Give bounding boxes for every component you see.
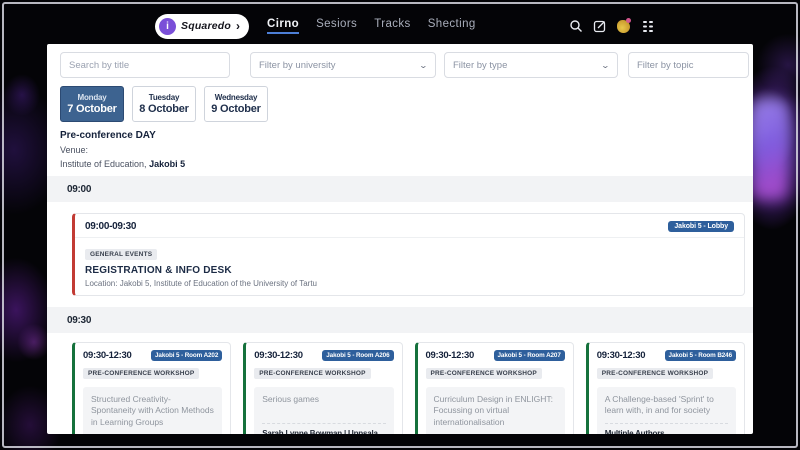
- venue-block: Pre-conference DAY Venue: Institute of E…: [60, 130, 753, 169]
- event-time-range: 09:00-09:30: [85, 221, 136, 232]
- time-section-0900: 09:00: [47, 176, 753, 202]
- topic-filter-label: Filter by topic: [637, 60, 694, 71]
- event-title: Curriculum Design in ENLIGHT: Focussing …: [434, 394, 557, 428]
- nav-icons: [568, 19, 655, 34]
- nav-item-1[interactable]: Sesiors: [316, 18, 357, 34]
- workshop-card-b246[interactable]: 09:30-12:30 Jakobi 5 - Room B246 PRE-CON…: [586, 342, 745, 434]
- event-time-range: 09:30-12:30: [83, 350, 131, 361]
- divider: [605, 423, 728, 424]
- section-time-label: 09:30: [67, 315, 91, 326]
- chevron-right-icon: ›: [236, 20, 240, 32]
- logo-badge-icon: i: [159, 18, 176, 35]
- tab-day-label: Monday: [77, 93, 106, 102]
- search-input[interactable]: [60, 52, 230, 78]
- event-type-tag: PRE-CONFERENCE WORKSHOP: [83, 368, 199, 379]
- venue-label: Venue:: [60, 145, 753, 155]
- tab-tuesday-8-october[interactable]: Tuesday 8 October: [132, 86, 196, 122]
- university-filter-select[interactable]: Filter by university ⌄: [250, 52, 436, 78]
- event-type-tag: PRE-CONFERENCE WORKSHOP: [597, 368, 713, 379]
- nav-links: Cirno Sesiors Tracks Shecting: [267, 18, 476, 34]
- section-time-label: 09:00: [67, 184, 91, 195]
- search-icon[interactable]: [568, 19, 583, 34]
- avatar-icon[interactable]: [616, 19, 631, 34]
- filter-bar: Filter by university ⌄ Filter by type ⌄ …: [60, 52, 753, 78]
- nav-item-3[interactable]: Shecting: [428, 18, 476, 34]
- event-title: Structured Creativity-Spontaneity with A…: [91, 394, 214, 428]
- event-type-tag: PRE-CONFERENCE WORKSHOP: [426, 368, 542, 379]
- time-section-0930: 09:30: [47, 307, 753, 333]
- event-time-range: 09:30-12:30: [426, 350, 474, 361]
- event-card-registration[interactable]: 09:00-09:30 Jakobi 5 - Lobby GENERAL EVE…: [72, 213, 745, 296]
- tab-date-label: 8 October: [139, 103, 189, 115]
- event-title: A Challenge-based 'Sprint' to learn with…: [605, 394, 728, 417]
- event-type-tag: GENERAL EVENTS: [85, 249, 157, 260]
- event-title: Serious games: [262, 394, 385, 417]
- tab-date-label: 9 October: [211, 103, 261, 115]
- workshop-card-a206[interactable]: 09:30-12:30 Jakobi 5 - Room A206 PRE-CON…: [243, 342, 402, 434]
- room-badge: Jakobi 5 - Room A206: [322, 350, 393, 361]
- day-heading: Pre-conference DAY: [60, 130, 753, 141]
- event-card-header: 09:00-09:30 Jakobi 5 - Lobby: [75, 214, 744, 238]
- type-filter-label: Filter by type: [453, 60, 507, 71]
- event-location: Location: Jakobi 5, Institute of Educati…: [85, 279, 734, 288]
- university-filter-label: Filter by university: [259, 60, 336, 71]
- event-type-tag: PRE-CONFERENCE WORKSHOP: [254, 368, 370, 379]
- tab-wednesday-9-october[interactable]: Wednesday 9 October: [204, 86, 268, 122]
- workshop-cards-row: 09:30-12:30 Jakobi 5 - Room A202 PRE-CON…: [72, 342, 745, 434]
- room-badge: Jakobi 5 - Room B246: [665, 350, 736, 361]
- logo-text: Squaredo: [181, 20, 231, 32]
- tab-monday-7-october[interactable]: Monday 7 October: [60, 86, 124, 122]
- nav-item-0[interactable]: Cirno: [267, 18, 299, 34]
- event-time-range: 09:30-12:30: [254, 350, 302, 361]
- chevron-down-icon: ⌄: [419, 61, 428, 70]
- tab-day-label: Wednesday: [215, 93, 258, 102]
- event-title: REGISTRATION & INFO DESK: [85, 265, 734, 276]
- app-screen: i Squaredo › Cirno Sesiors Tracks Shecti…: [47, 8, 753, 436]
- workshop-card-a207[interactable]: 09:30-12:30 Jakobi 5 - Room A207 PRE-CON…: [415, 342, 574, 434]
- logo-button[interactable]: i Squaredo ›: [155, 14, 249, 39]
- event-card-body: GENERAL EVENTS REGISTRATION & INFO DESK …: [75, 238, 744, 295]
- tab-day-label: Tuesday: [149, 93, 179, 102]
- type-filter-select[interactable]: Filter by type ⌄: [444, 52, 618, 78]
- nav-item-2[interactable]: Tracks: [374, 18, 410, 34]
- workshop-card-a202[interactable]: 09:30-12:30 Jakobi 5 - Room A202 PRE-CON…: [72, 342, 231, 434]
- topic-filter-select[interactable]: Filter by topic: [628, 52, 749, 78]
- event-authors: Sarah Lynne Bowman | Uppsala University: [262, 429, 385, 434]
- room-badge: Jakobi 5 - Lobby: [668, 221, 734, 232]
- chevron-down-icon: ⌄: [601, 61, 610, 70]
- room-badge: Jakobi 5 - Room A202: [151, 350, 222, 361]
- event-authors: Multiple Authors: [605, 429, 728, 434]
- divider: [262, 423, 385, 424]
- venue-location: Institute of Education, Jakobi 5: [60, 159, 753, 169]
- grid-menu-icon[interactable]: [640, 19, 655, 34]
- event-time-range: 09:30-12:30: [597, 350, 645, 361]
- purple-light-glow: [752, 100, 788, 200]
- date-tabs: Monday 7 October Tuesday 8 October Wedne…: [60, 86, 753, 122]
- top-navbar: i Squaredo › Cirno Sesiors Tracks Shecti…: [47, 8, 753, 44]
- room-badge: Jakobi 5 - Room A207: [494, 350, 565, 361]
- edit-icon[interactable]: [592, 19, 607, 34]
- tab-date-label: 7 October: [67, 103, 117, 115]
- schedule-panel: Filter by university ⌄ Filter by type ⌄ …: [47, 44, 753, 434]
